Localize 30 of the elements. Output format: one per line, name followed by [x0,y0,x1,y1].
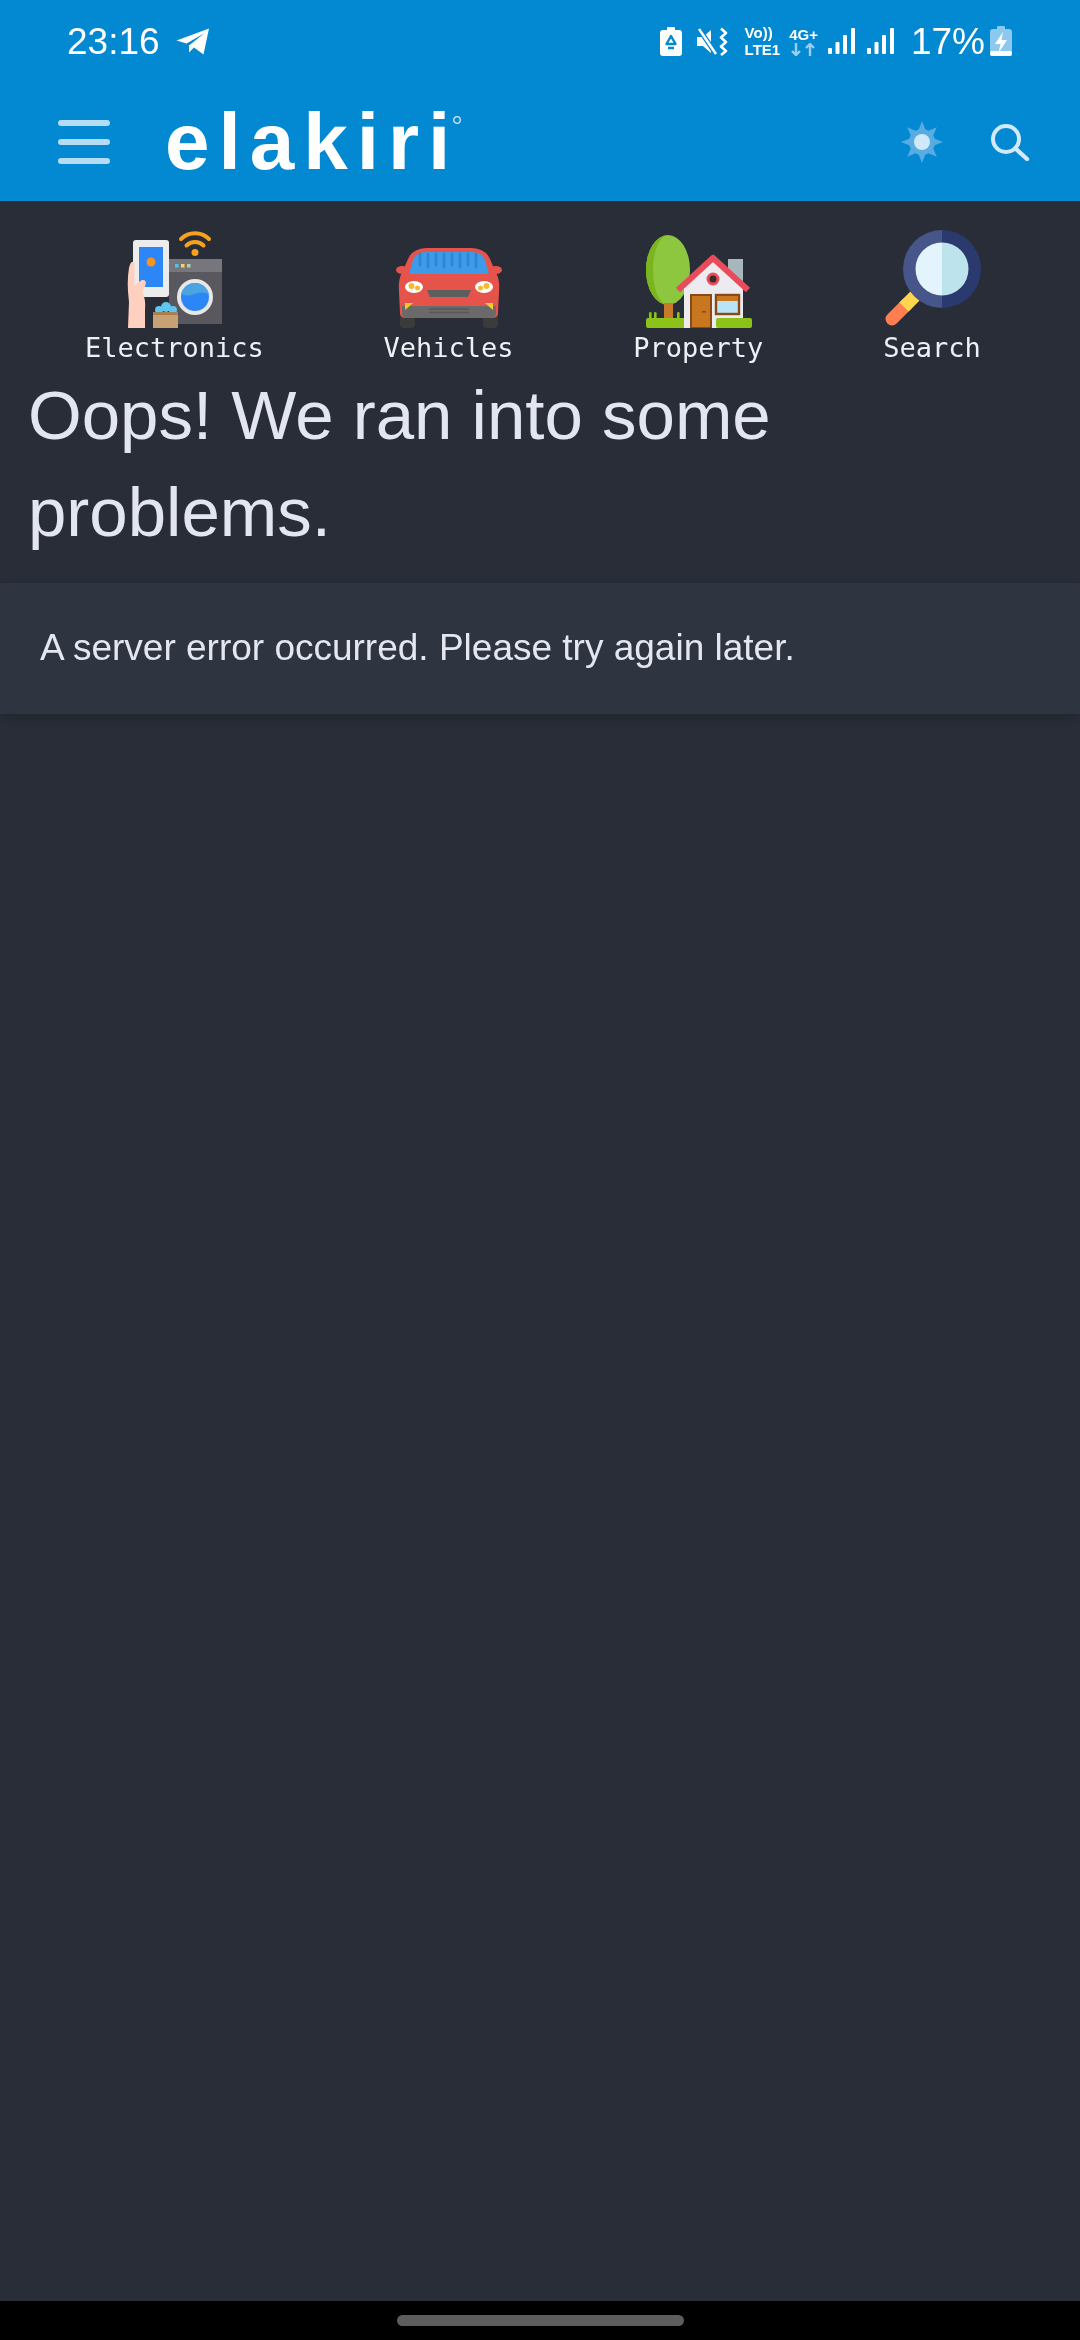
sun-icon [901,120,943,163]
signal-icon [827,28,855,54]
category-link[interactable]: Search [882,228,981,364]
category-link[interactable]: Electronics [85,228,264,364]
category-link[interactable]: Property [633,228,764,364]
lte-label: LTE1 [744,41,781,58]
data-arrows-icon [791,43,817,56]
paper-plane-icon [175,27,210,55]
logo-link[interactable]: elakiri [165,101,462,182]
menu-icon [58,119,110,164]
error-message: A server error occurred. Please try again later. [40,626,795,671]
mute-vibrate-icon [696,26,730,56]
volte-label: Vo)) [744,24,774,41]
menu-button[interactable] [58,119,110,164]
clock-time: 23:16 [67,22,160,60]
theme-toggle-button[interactable] [901,120,943,163]
battery-percent: 17% [910,22,985,60]
battery-recycle-icon [659,26,682,56]
error-title: Oops! We ran into some problems. [27,376,772,553]
registered-mark-icon [453,115,462,124]
phone-washer-icon [126,230,223,328]
gesture-handle[interactable] [396,2315,684,2326]
search-button[interactable] [990,122,1030,161]
signal-icon [866,28,894,54]
network-type-label: 4G+ [789,26,818,43]
car-icon [395,247,502,328]
battery-charging-icon [990,26,1012,56]
house-icon [644,235,752,328]
category-link[interactable]: Vehicles [383,228,514,364]
search-icon [990,122,1030,161]
